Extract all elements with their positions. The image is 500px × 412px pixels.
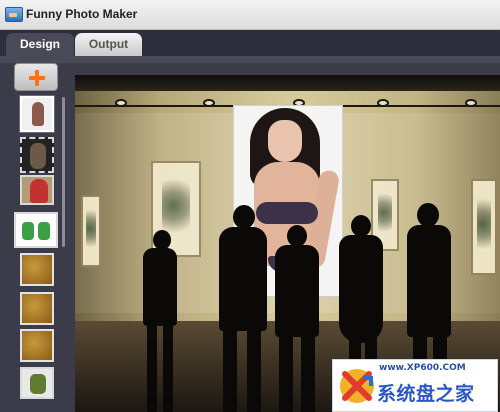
gallery-ceiling bbox=[75, 75, 500, 91]
title-bar: Funny Photo Maker bbox=[0, 0, 500, 30]
app-picture-icon bbox=[5, 7, 23, 22]
template-thumbnail-nature[interactable] bbox=[20, 367, 54, 399]
ceiling-lamp-icon bbox=[465, 99, 477, 107]
template-thumbnail-cartoon[interactable] bbox=[14, 212, 58, 248]
site-watermark: www.XP600.COM 系统盘之家 bbox=[332, 359, 498, 412]
poster-top bbox=[256, 202, 318, 224]
template-thumbnail-gold-texture[interactable] bbox=[20, 253, 54, 286]
poster-face bbox=[268, 120, 302, 162]
ceiling-lamp-icon bbox=[377, 99, 389, 107]
xp-logo-icon bbox=[340, 369, 374, 403]
window-title: Funny Photo Maker bbox=[26, 7, 138, 21]
template-thumbnail-film-strip[interactable] bbox=[20, 137, 54, 173]
watermark-name: 系统盘之家 bbox=[377, 383, 475, 405]
tab-design[interactable]: Design bbox=[6, 33, 74, 56]
watermark-url: www.XP600.COM bbox=[379, 363, 466, 373]
template-thumbnail-red-top[interactable] bbox=[20, 175, 54, 205]
tab-output[interactable]: Output bbox=[75, 33, 142, 56]
thumbnail-scrollbar[interactable] bbox=[62, 97, 65, 247]
tab-bar: Design Output bbox=[0, 30, 500, 56]
add-button[interactable] bbox=[14, 63, 58, 91]
ceiling-lamp-icon bbox=[115, 99, 127, 107]
template-sidebar bbox=[0, 63, 66, 412]
panel-header bbox=[0, 56, 500, 63]
template-thumbnail-portrait[interactable] bbox=[20, 96, 54, 132]
template-thumbnail-gold-texture[interactable] bbox=[20, 329, 54, 362]
ceiling-lamp-icon bbox=[203, 99, 215, 107]
template-thumbnail-gold-texture[interactable] bbox=[20, 292, 54, 325]
